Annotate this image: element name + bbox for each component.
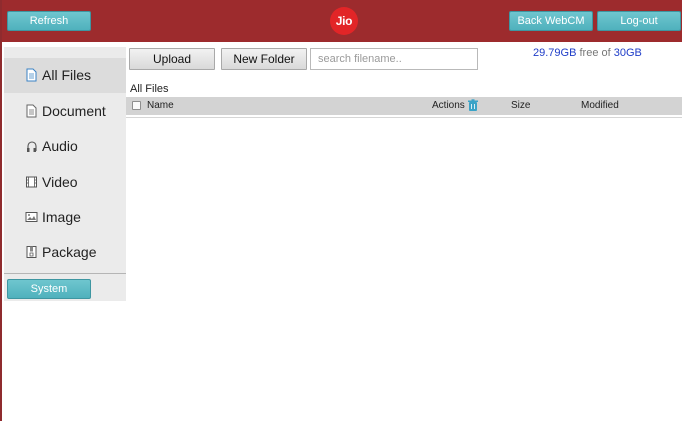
select-all-checkbox[interactable] [132, 101, 141, 110]
sidebar-item-label: Package [42, 244, 97, 260]
storage-usage: 29.79GB free of 30GB [533, 47, 642, 59]
breadcrumb: All Files [130, 83, 169, 95]
column-header-actions: Actions [432, 100, 465, 111]
app-window: Refresh Jio Back WebCM Log-out All Files… [0, 0, 682, 421]
new-folder-button[interactable]: New Folder [221, 48, 307, 70]
sidebar-item-label: Image [42, 209, 81, 225]
sidebar-item-label: Video [42, 174, 78, 190]
category-sidebar: All Files Document Audio Video Image Pac… [4, 47, 126, 301]
table-divider [126, 117, 682, 118]
package-icon [25, 245, 38, 259]
file-icon [25, 68, 38, 82]
storage-total-value: 30GB [613, 47, 642, 59]
storage-separator-text: free of [579, 47, 611, 59]
sidebar-item-package[interactable]: Package [4, 235, 126, 270]
column-header-modified[interactable]: Modified [581, 100, 619, 111]
system-button[interactable]: System [7, 279, 91, 299]
column-header-size[interactable]: Size [511, 100, 530, 111]
video-icon [25, 175, 38, 189]
sidebar-item-label: Document [42, 103, 106, 119]
file-table-header: Name Actions Size Modified [126, 97, 682, 115]
jio-logo: Jio [330, 7, 358, 35]
sidebar-item-video[interactable]: Video [4, 165, 126, 200]
logout-button[interactable]: Log-out [597, 11, 681, 31]
refresh-button[interactable]: Refresh [7, 11, 91, 31]
sidebar-item-label: Audio [42, 138, 78, 154]
sidebar-item-document[interactable]: Document [4, 94, 126, 129]
search-input[interactable] [310, 48, 478, 70]
storage-free-value: 29.79GB [533, 47, 577, 59]
back-webcm-button[interactable]: Back WebCM [509, 11, 593, 31]
audio-icon [25, 139, 38, 153]
sidebar-item-all-files[interactable]: All Files [4, 58, 126, 93]
document-icon [25, 104, 38, 118]
sidebar-divider [4, 273, 126, 274]
sidebar-item-audio[interactable]: Audio [4, 129, 126, 164]
trash-icon[interactable] [467, 99, 479, 112]
column-header-name[interactable]: Name [147, 100, 174, 111]
sidebar-item-image[interactable]: Image [4, 200, 126, 235]
image-icon [25, 210, 38, 224]
upload-button[interactable]: Upload [129, 48, 215, 70]
sidebar-item-label: All Files [42, 67, 92, 83]
top-header: Refresh Jio Back WebCM Log-out [2, 0, 682, 42]
